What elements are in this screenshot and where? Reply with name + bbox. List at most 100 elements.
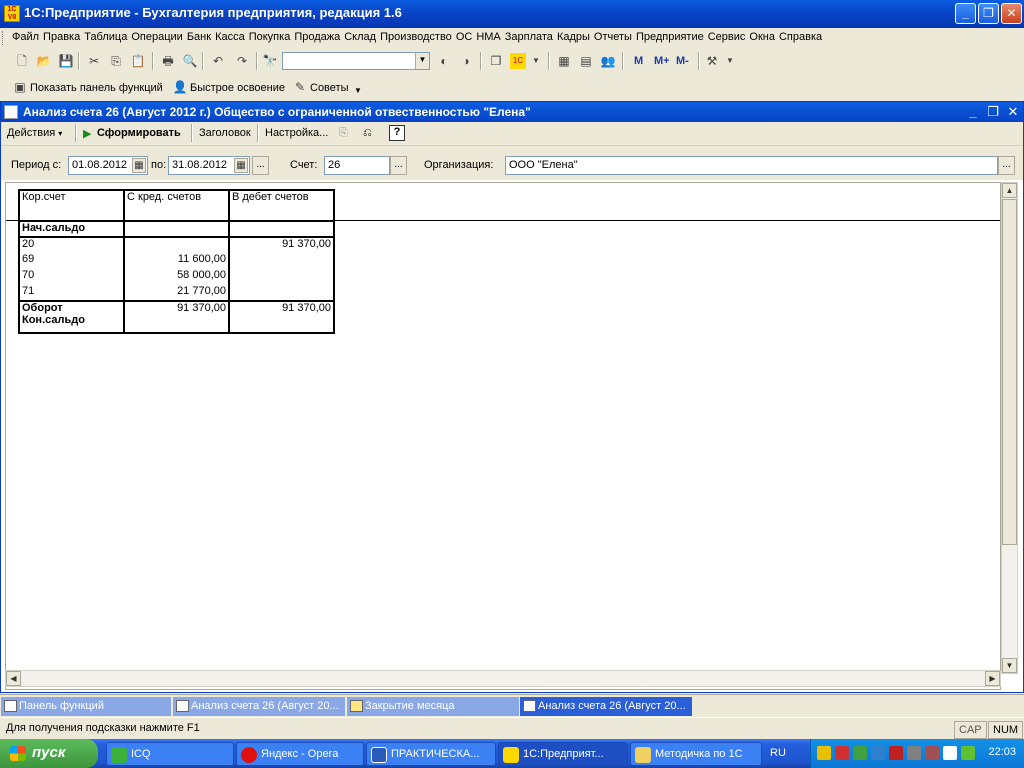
language-indicator[interactable]: RU (770, 747, 786, 759)
menu-item[interactable]: Касса (215, 31, 249, 43)
minimize-button[interactable]: _ (955, 3, 976, 24)
find-next-icon[interactable]: ◑ (458, 53, 474, 69)
menu-item[interactable]: ОС (456, 31, 477, 43)
menu-item[interactable]: Операции (131, 31, 186, 43)
restore-icon[interactable]: ❐ (985, 104, 1001, 120)
window-tab-active[interactable]: Анализ счета 26 (Август 20... (520, 697, 692, 716)
search-combobox[interactable]: ▼ (282, 52, 430, 70)
scroll-thumb[interactable] (1002, 199, 1017, 545)
actions-menu-button[interactable]: Действия ▾ (7, 127, 62, 139)
dropdown-arrow-icon[interactable]: ▼ (528, 53, 544, 69)
scroll-left-icon[interactable]: ◀ (6, 671, 21, 686)
tips-button[interactable]: Советы (310, 82, 348, 94)
horizontal-scrollbar[interactable]: ◀ ▶ (5, 670, 1001, 687)
calendar-icon[interactable]: ▦ (132, 158, 146, 173)
menu-item[interactable]: Банк (187, 31, 215, 43)
taskbar-item[interactable]: Методичка по 1С (630, 742, 762, 766)
cut-icon[interactable]: ✂ (86, 53, 102, 69)
period-from-field[interactable]: 01.08.2012 ▦ (68, 156, 148, 175)
menu-item[interactable]: Справка (779, 31, 826, 43)
menu-item[interactable]: Файл (12, 31, 43, 43)
find-prev-icon[interactable]: ◐ (436, 53, 452, 69)
menu-item[interactable]: Производство (380, 31, 456, 43)
calendar-icon[interactable]: ▤ (578, 53, 594, 69)
preview-icon[interactable]: 🔍 (182, 53, 198, 69)
copy-icon[interactable]: ⎘ (108, 53, 124, 69)
menu-item[interactable]: Кадры (557, 31, 594, 43)
tools-icon[interactable]: ⚒ (704, 53, 720, 69)
menu-item[interactable]: Предприятие (636, 31, 708, 43)
restore-button[interactable]: ❐ (978, 3, 999, 24)
memory-minus-button[interactable]: M- (676, 55, 689, 67)
quick-start-button[interactable]: Быстрое освоение (190, 82, 285, 94)
taskbar-item[interactable]: Яндекс - Opera (236, 742, 364, 766)
tray-icq-icon[interactable] (961, 746, 975, 760)
close-button[interactable]: ✕ (1001, 3, 1022, 24)
account-field[interactable]: 26 (324, 156, 390, 175)
menu-item[interactable]: Правка (43, 31, 84, 43)
scroll-down-icon[interactable]: ▼ (1002, 658, 1017, 673)
taskbar-item[interactable]: ICQ (106, 742, 234, 766)
menu-item[interactable]: Отчеты (594, 31, 636, 43)
scroll-right-icon[interactable]: ▶ (985, 671, 1000, 686)
header-button[interactable]: Заголовок (199, 127, 251, 139)
settings-restore-icon[interactable]: ⎌ (363, 127, 372, 140)
tray-tools-icon[interactable] (925, 746, 939, 760)
account-select-button[interactable]: ... (390, 156, 407, 175)
menu-item[interactable]: Сервис (708, 31, 750, 43)
window-tab[interactable]: Закрытие месяца (347, 697, 519, 716)
memory-plus-button[interactable]: M+ (654, 55, 670, 67)
find-icon[interactable]: 🔭 (262, 53, 278, 69)
tray-network-icon[interactable] (853, 746, 867, 760)
menu-item[interactable]: Склад (344, 31, 380, 43)
taskbar-item[interactable]: ПРАКТИЧЕСКА... (366, 742, 496, 766)
vertical-scrollbar[interactable]: ▲ ▼ (1001, 182, 1018, 674)
menu-item[interactable]: Зарплата (505, 31, 557, 43)
tray-connection-icon[interactable] (871, 746, 885, 760)
open-icon[interactable]: 📂 (36, 53, 52, 69)
memory-button[interactable]: M (634, 55, 643, 67)
scroll-up-icon[interactable]: ▲ (1002, 183, 1017, 198)
new-document-icon[interactable]: 🗋 (14, 53, 30, 69)
redo-icon[interactable]: ↷ (234, 53, 250, 69)
generate-button[interactable]: Сформировать (97, 127, 181, 139)
report-spreadsheet[interactable]: Кор.счет С кред. счетов В дебет счетов Н… (5, 182, 1001, 690)
tray-r-icon[interactable] (817, 746, 831, 760)
windows-icon[interactable]: ❐ (488, 53, 504, 69)
calendar-icon[interactable]: ▦ (234, 158, 248, 173)
volume-icon[interactable] (943, 746, 957, 760)
organization-field[interactable]: ООО "Елена" (505, 156, 998, 175)
users-icon[interactable]: 👥 (600, 53, 616, 69)
dropdown-arrow-icon[interactable]: ▼ (354, 86, 362, 95)
menu-item[interactable]: Продажа (294, 31, 344, 43)
start-button[interactable]: пуск (0, 739, 98, 768)
period-to-field[interactable]: 31.08.2012 ▦ (168, 156, 250, 175)
toolbar-grip[interactable] (2, 31, 5, 45)
minimize-icon[interactable]: _ (965, 104, 981, 119)
chevron-down-icon[interactable]: ▼ (415, 53, 429, 69)
menu-item[interactable]: Окна (749, 31, 779, 43)
menu-item[interactable]: Покупка (249, 31, 295, 43)
show-panel-button[interactable]: Показать панель функций (30, 82, 163, 94)
save-icon[interactable]: 💾 (58, 53, 74, 69)
calculator-icon[interactable]: ▦ (556, 53, 572, 69)
menu-item[interactable]: НМА (476, 31, 504, 43)
organization-select-button[interactable]: ... (998, 156, 1015, 175)
undo-icon[interactable]: ↶ (210, 53, 226, 69)
period-select-button[interactable]: ... (252, 156, 269, 175)
1c-icon[interactable]: 1С (510, 53, 526, 69)
menu-item[interactable]: Таблица (84, 31, 131, 43)
dropdown-arrow-icon[interactable]: ▼ (722, 53, 738, 69)
paste-icon[interactable]: 📋 (130, 53, 146, 69)
settings-button[interactable]: Настройка... (265, 127, 328, 139)
taskbar-item-active[interactable]: 1С:Предприят... (498, 742, 628, 766)
settings-copy-icon[interactable]: ⎘ (339, 127, 348, 140)
tray-monitor-icon[interactable] (889, 746, 903, 760)
window-tab[interactable]: Анализ счета 26 (Август 20... (173, 697, 345, 716)
help-icon[interactable]: ? (389, 125, 405, 141)
tray-antivirus-icon[interactable] (835, 746, 849, 760)
window-tab[interactable]: Панель функций (1, 697, 171, 716)
print-icon[interactable]: 🖶 (160, 53, 176, 69)
close-icon[interactable]: ✕ (1005, 104, 1021, 120)
tray-app-icon[interactable] (907, 746, 921, 760)
